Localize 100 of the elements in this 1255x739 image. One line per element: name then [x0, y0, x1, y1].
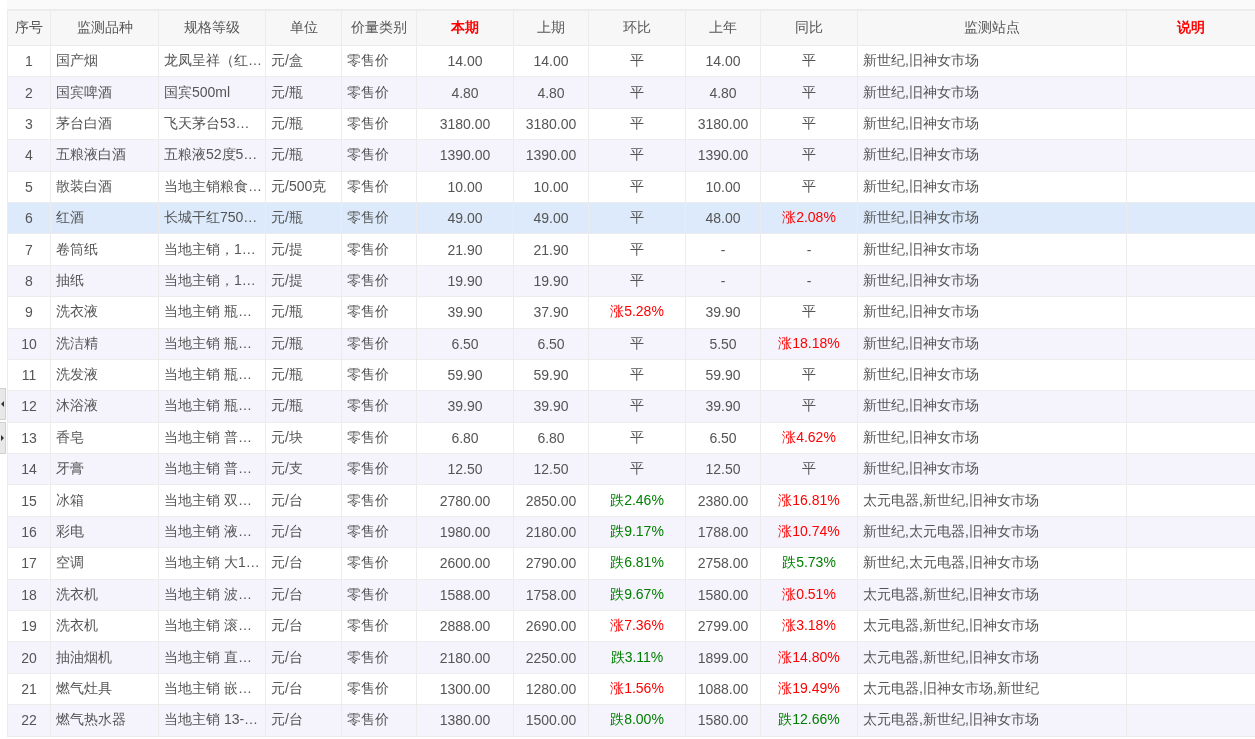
column-header: 说明	[1126, 10, 1255, 46]
table-cell: 新世纪,太元电器,旧神女市场	[857, 547, 1127, 580]
table-row[interactable]: 10 洗洁精 当地主销 瓶… 元/瓶 零售价 6.50 6.50 平 5.50 涨18.18% 新世纪,旧神女市场	[7, 328, 1255, 360]
table-cell: 零售价	[341, 296, 417, 328]
table-cell: 4.80	[416, 76, 514, 109]
table-cell: 国产烟	[50, 45, 159, 77]
table-cell: 2799.00	[685, 610, 761, 642]
table-cell: 1580.00	[685, 579, 761, 611]
column-header: 单位	[265, 10, 342, 46]
table-row[interactable]: 3 茅台白酒 飞天茅台53… 元/瓶 零售价 3180.00 3180.00 平 3180.00 平 新世纪,旧神女市场	[7, 108, 1255, 140]
table-cell: 元/瓶	[265, 390, 342, 423]
table-cell: 平	[760, 171, 858, 203]
table-cell: 19	[7, 610, 51, 642]
table-cell: 抽纸	[50, 265, 159, 297]
table-cell: 6	[7, 202, 51, 234]
table-cell: 龙凤呈祥（红…	[158, 45, 266, 77]
table-row[interactable]: 13 香皂 当地主销 普… 元/块 零售价 6.80 6.80 平 6.50 涨4.62% 新世纪,旧神女市场	[7, 422, 1255, 454]
table-row[interactable]: 9 洗衣液 当地主销 瓶… 元/瓶 零售价 39.90 37.90 涨5.28% 39.90 平 新世纪,旧神女市场	[7, 296, 1255, 328]
table-cell: 1300.00	[416, 673, 514, 705]
table-cell: 香皂	[50, 422, 159, 454]
table-cell: 涨5.28%	[588, 296, 686, 328]
table-cell: 平	[588, 265, 686, 297]
table-cell: 当地主销 滚…	[158, 610, 266, 642]
column-header: 上年	[685, 10, 761, 46]
table-cell: -	[685, 265, 761, 297]
table-cell: 涨1.56%	[588, 673, 686, 705]
table-row[interactable]: 2 国宾啤酒 国宾500ml 元/瓶 零售价 4.80 4.80 平 4.80 平 新世纪,旧神女市场	[7, 76, 1255, 109]
table-cell: 3	[7, 108, 51, 140]
table-cell: 涨16.81%	[760, 484, 858, 517]
table-row[interactable]: 18 洗衣机 当地主销 波… 元/台 零售价 1588.00 1758.00 跌9.67% 1580.00 涨0.51% 太元电器,新世纪,旧神女市场	[7, 579, 1255, 611]
table-cell: 元/台	[265, 610, 342, 642]
table-cell: 抽油烟机	[50, 641, 159, 674]
table-cell: 洗发液	[50, 359, 159, 391]
table-row[interactable]: 11 洗发液 当地主销 瓶… 元/瓶 零售价 59.90 59.90 平 59.90 平 新世纪,旧神女市场	[7, 359, 1255, 391]
table-cell: 燃气灶具	[50, 673, 159, 705]
table-row[interactable]: 7 卷筒纸 当地主销，1… 元/提 零售价 21.90 21.90 平 - - 新世纪,旧神女市场	[7, 233, 1255, 266]
table-cell: 12	[7, 390, 51, 423]
table-cell: 39.90	[513, 390, 589, 423]
collapse-left-icon[interactable]	[0, 388, 6, 420]
table-row[interactable]: 5 散装白酒 当地主销粮食… 元/500克 零售价 10.00 10.00 平 10.00 平 新世纪,旧神女市场	[7, 171, 1255, 203]
table-row[interactable]: 22 燃气热水器 当地主销 13-… 元/台 零售价 1380.00 1500.00 跌8.00% 1580.00 跌12.66% 太元电器,新世纪,旧神女市场	[7, 704, 1255, 737]
table-cell: 平	[588, 453, 686, 485]
table-cell: 跌2.46%	[588, 484, 686, 517]
column-header: 序号	[7, 10, 51, 46]
table-cell: 元/瓶	[265, 108, 342, 140]
table-row[interactable]: 1 国产烟 龙凤呈祥（红… 元/盒 零售价 14.00 14.00 平 14.00 平 新世纪,旧神女市场	[7, 45, 1255, 77]
table-cell: 牙膏	[50, 453, 159, 485]
table-cell: 14.00	[685, 45, 761, 77]
table-cell: 洗洁精	[50, 328, 159, 360]
table-cell: 太元电器,新世纪,旧神女市场	[857, 704, 1127, 737]
table-cell: 彩电	[50, 516, 159, 548]
table-cell: 5	[7, 171, 51, 203]
table-cell: 2380.00	[685, 484, 761, 517]
table-cell: 59.90	[416, 359, 514, 391]
table-cell: 太元电器,新世纪,旧神女市场	[857, 579, 1127, 611]
table-cell: 零售价	[341, 516, 417, 548]
table-cell: 12.50	[685, 453, 761, 485]
table-cell: 元/瓶	[265, 359, 342, 391]
table-cell: 17	[7, 547, 51, 580]
table-cell: 当地主销 瓶…	[158, 296, 266, 328]
table-cell: 18	[7, 579, 51, 611]
table-cell: 当地主销 瓶…	[158, 328, 266, 360]
table-cell: 当地主销 双…	[158, 484, 266, 517]
table-cell: 12.50	[513, 453, 589, 485]
table-cell: 平	[588, 202, 686, 234]
table-row[interactable]: 16 彩电 当地主销 液… 元/台 零售价 1980.00 2180.00 跌9.17% 1788.00 涨10.74% 新世纪,太元电器,旧神女市场	[7, 516, 1255, 548]
table-cell: 新世纪,旧神女市场	[857, 233, 1127, 266]
table-row[interactable]: 4 五粮液白酒 五粮液52度5… 元/瓶 零售价 1390.00 1390.00 平 1390.00 平 新世纪,旧神女市场	[7, 139, 1255, 172]
table-cell: 新世纪,旧神女市场	[857, 390, 1127, 423]
table-row[interactable]: 6 红酒 长城干红750… 元/瓶 零售价 49.00 49.00 平 48.00 涨2.08% 新世纪,旧神女市场	[7, 202, 1255, 234]
table-cell: 1899.00	[685, 641, 761, 674]
table-cell: 1380.00	[416, 704, 514, 737]
table-cell: 零售价	[341, 171, 417, 203]
table-cell: 59.90	[513, 359, 589, 391]
table-row[interactable]: 15 冰箱 当地主销 双… 元/台 零售价 2780.00 2850.00 跌2.46% 2380.00 涨16.81% 太元电器,新世纪,旧神女市场	[7, 484, 1255, 517]
table-cell: 37.90	[513, 296, 589, 328]
table-cell: 零售价	[341, 641, 417, 674]
table-cell: 新世纪,旧神女市场	[857, 422, 1127, 454]
table-cell: 平	[760, 45, 858, 77]
table-row[interactable]: 20 抽油烟机 当地主销 直… 元/台 零售价 2180.00 2250.00 跌3.11% 1899.00 涨14.80% 太元电器,新世纪,旧神女市场	[7, 641, 1255, 674]
table-row[interactable]: 14 牙膏 当地主销 普… 元/支 零售价 12.50 12.50 平 12.50 平 新世纪,旧神女市场	[7, 453, 1255, 485]
table-cell: 五粮液白酒	[50, 139, 159, 172]
table-row[interactable]: 12 沐浴液 当地主销 瓶… 元/瓶 零售价 39.90 39.90 平 39.90 平 新世纪,旧神女市场	[7, 390, 1255, 423]
table-row[interactable]: 17 空调 当地主销 大1… 元/台 零售价 2600.00 2790.00 跌6.81% 2758.00 跌5.73% 新世纪,太元电器,旧神女市场	[7, 547, 1255, 580]
table-cell: 6.50	[685, 422, 761, 454]
table-row[interactable]: 8 抽纸 当地主销，1… 元/提 零售价 19.90 19.90 平 - - 新世纪,旧神女市场	[7, 265, 1255, 297]
table-cell: 1280.00	[513, 673, 589, 705]
table-cell: 1758.00	[513, 579, 589, 611]
table-cell: 新世纪,旧神女市场	[857, 328, 1127, 360]
table-cell: 散装白酒	[50, 171, 159, 203]
table-row[interactable]: 19 洗衣机 当地主销 滚… 元/台 零售价 2888.00 2690.00 涨7.36% 2799.00 涨3.18% 太元电器,新世纪,旧神女市场	[7, 610, 1255, 642]
table-row[interactable]: 21 燃气灶具 当地主销 嵌… 元/台 零售价 1300.00 1280.00 涨1.56% 1088.00 涨19.49% 太元电器,旧神女市场,新世纪	[7, 673, 1255, 705]
table-cell: 涨19.49%	[760, 673, 858, 705]
table-cell: 平	[588, 45, 686, 77]
table-cell: 当地主销，1…	[158, 265, 266, 297]
expand-right-icon[interactable]	[0, 422, 6, 454]
table-cell: 零售价	[341, 422, 417, 454]
table-cell: 新世纪,旧神女市场	[857, 359, 1127, 391]
table-cell: 国宾啤酒	[50, 76, 159, 109]
table-cell: 平	[588, 171, 686, 203]
